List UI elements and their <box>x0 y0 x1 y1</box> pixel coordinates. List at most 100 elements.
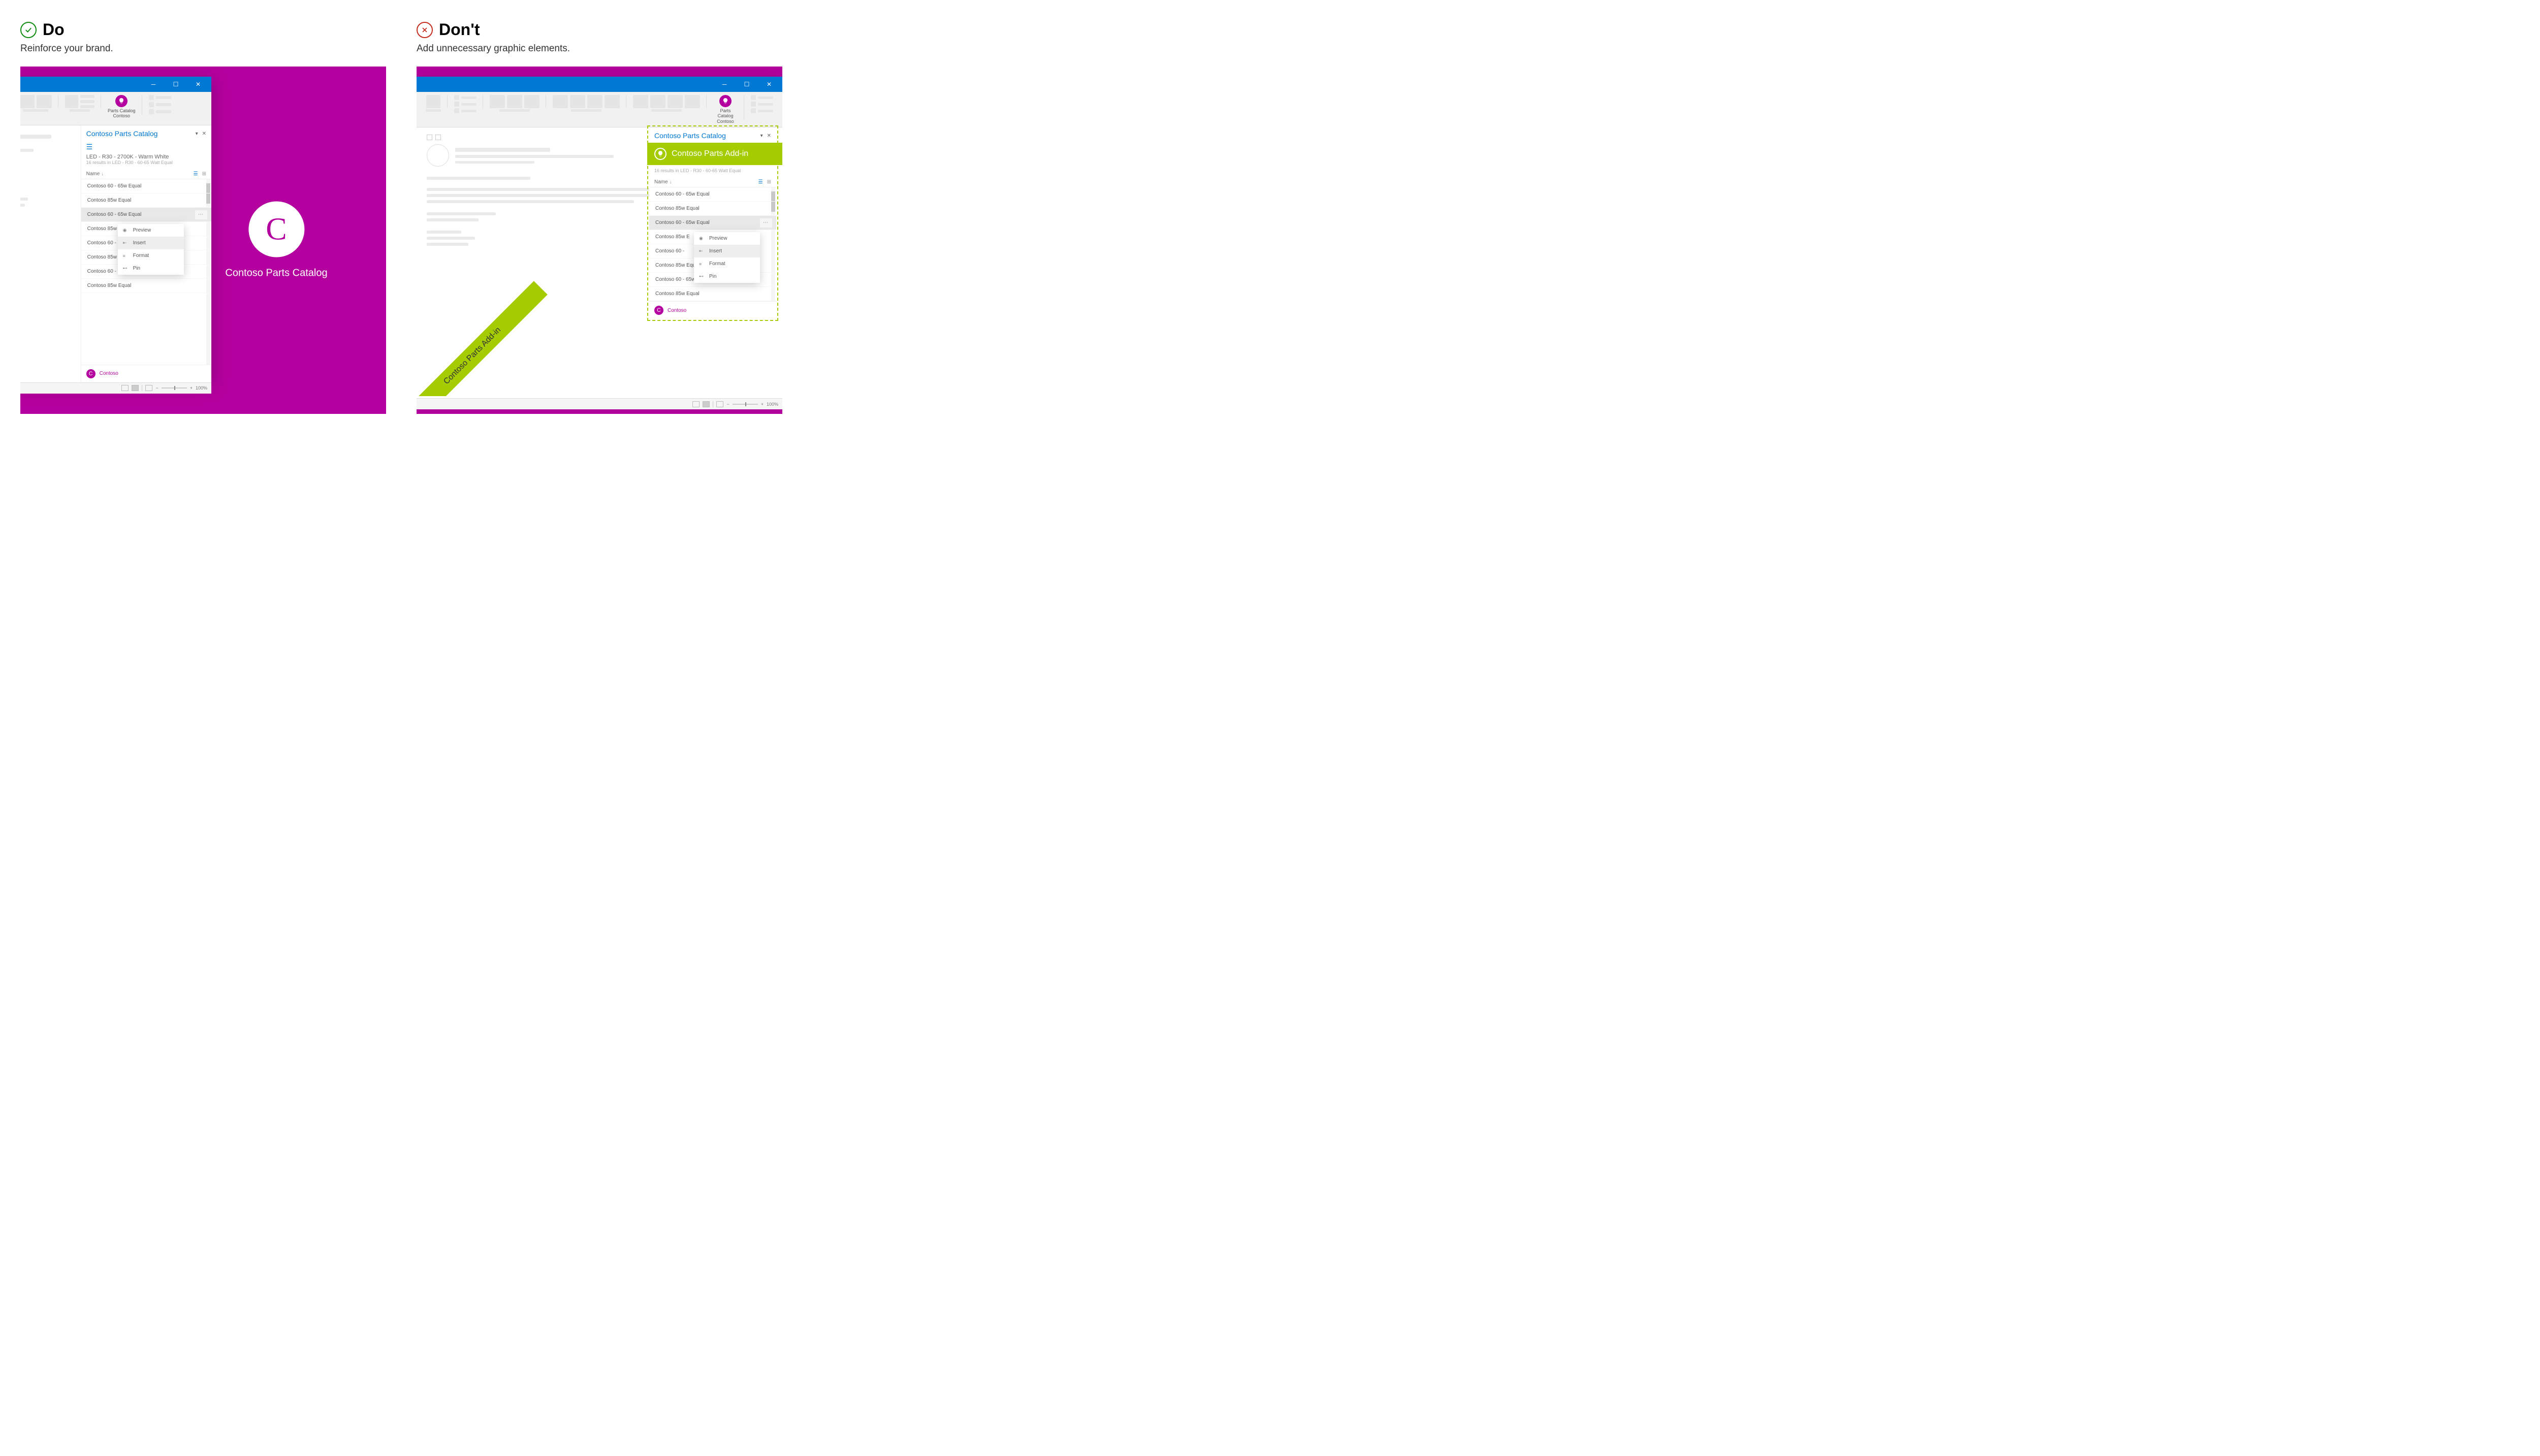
sort-icon[interactable]: ↓ <box>669 179 672 185</box>
ribbon: Parts CatalogContoso <box>20 92 211 125</box>
pane-dropdown-icon[interactable]: ▾ <box>760 133 763 139</box>
footer-logo-icon: C <box>86 369 96 378</box>
do-example: Do Reinforce your brand. C Contoso Parts… <box>20 20 386 414</box>
dont-stage: ─ ☐ ✕ Parts CatalogContoso <box>417 67 782 414</box>
close-button[interactable]: ✕ <box>758 77 780 92</box>
preview-icon: ◉ <box>123 228 129 233</box>
zoom-level: 100% <box>767 402 778 407</box>
brand-hero-label: Contoso Parts Catalog <box>225 268 327 279</box>
ctx-insert[interactable]: ⇤Insert <box>694 245 760 257</box>
dont-subtitle: Add unnecessary graphic elements. <box>417 43 782 54</box>
dont-example: Don't Add unnecessary graphic elements. … <box>417 20 782 414</box>
pane-footer: C Contoso <box>81 365 211 382</box>
maximize-button[interactable]: ☐ <box>736 77 758 92</box>
ctx-pin[interactable]: ⊷Pin <box>118 262 184 275</box>
document-area <box>20 125 81 382</box>
results-list: Contoso 60 - 65w Equal Contoso 85w Equal… <box>649 187 776 301</box>
format-icon: ≡ <box>699 262 705 267</box>
task-pane: Contoso Parts Catalog ▾ ✕ Contoso Parts … <box>649 127 776 319</box>
context-menu: ◉Preview ⇤Insert ≡Format ⊷Pin <box>694 232 760 283</box>
do-subtitle: Reinforce your brand. <box>20 43 386 54</box>
column-header-name[interactable]: Name <box>654 179 668 185</box>
close-button[interactable]: ✕ <box>187 77 209 92</box>
avatar-icon <box>427 144 449 167</box>
view-mode-icon[interactable] <box>145 385 152 391</box>
list-view-icon[interactable]: ☰ <box>194 171 198 177</box>
ctx-format[interactable]: ≡Format <box>118 249 184 262</box>
pane-dropdown-icon[interactable]: ▾ <box>196 131 198 137</box>
dont-title: Don't <box>439 20 480 39</box>
view-mode-icon[interactable] <box>121 385 129 391</box>
minimize-button[interactable]: ─ <box>142 77 165 92</box>
pin-icon: ⊷ <box>123 266 129 271</box>
statusbar: − + 100% <box>417 398 782 409</box>
grid-view-icon[interactable]: ⊞ <box>202 171 206 177</box>
search-result-count: 16 results in LED - R30 - 60-65 Watt Equ… <box>86 160 206 165</box>
zoom-in-button[interactable]: + <box>190 385 193 391</box>
insert-icon: ⇤ <box>123 240 129 246</box>
pane-title: Contoso Parts Catalog <box>654 132 726 140</box>
pane-close-icon[interactable]: ✕ <box>767 133 771 139</box>
list-item[interactable]: Contoso 60 - 65w Equal⋯ <box>81 208 211 222</box>
footer-brand: Contoso <box>100 371 118 376</box>
list-item[interactable]: Contoso 85w Equal <box>81 279 211 293</box>
view-mode-icon[interactable] <box>716 401 723 407</box>
brand-hero: C Contoso Parts Catalog <box>225 202 327 279</box>
list-item[interactable]: Contoso 60 - 65w Equal <box>649 187 776 202</box>
ribbon-group <box>145 95 175 114</box>
lightbulb-icon <box>719 95 732 107</box>
lightbulb-icon <box>115 95 128 107</box>
zoom-in-button[interactable]: + <box>761 402 764 407</box>
pane-close-icon[interactable]: ✕ <box>202 131 206 137</box>
search-result-label: LED - R30 - 2700K - Warm White <box>86 154 206 160</box>
hamburger-icon[interactable]: ☰ <box>86 143 93 151</box>
search-result-count: 16 results in LED - R30 - 60-65 Watt Equ… <box>654 168 771 173</box>
do-stage: C Contoso Parts Catalog ─ ☐ ✕ <box>20 67 386 414</box>
format-icon: ≡ <box>123 253 129 258</box>
ctx-format[interactable]: ≡Format <box>694 257 760 270</box>
more-icon[interactable]: ⋯ <box>760 218 772 228</box>
addin-ribbon-button[interactable]: Parts CatalogContoso <box>108 95 136 119</box>
checkbox-icon[interactable] <box>427 135 432 140</box>
zoom-out-button[interactable]: − <box>155 385 158 391</box>
list-item[interactable]: Contoso 85w Equal <box>649 202 776 216</box>
ribbon-group <box>20 95 56 112</box>
list-view-icon[interactable]: ☰ <box>758 179 763 185</box>
zoom-slider[interactable] <box>162 387 187 389</box>
zoom-out-button[interactable]: − <box>726 402 729 407</box>
addin-ribbon-button[interactable]: Parts CatalogContoso <box>713 95 738 124</box>
maximize-button[interactable]: ☐ <box>165 77 187 92</box>
ctx-preview[interactable]: ◉Preview <box>694 232 760 245</box>
window-titlebar: ─ ☐ ✕ <box>20 77 211 92</box>
app-window: ─ ☐ ✕ Parts CatalogContoso <box>417 77 782 396</box>
context-menu: ◉Preview ⇤Insert ≡Format ⊷Pin <box>118 224 184 275</box>
view-mode-icon[interactable] <box>703 401 710 407</box>
pane-footer: C Contoso <box>649 301 776 319</box>
sort-icon[interactable]: ↓ <box>101 171 104 177</box>
column-header-name[interactable]: Name <box>86 171 100 177</box>
do-title: Do <box>43 20 65 39</box>
insert-icon: ⇤ <box>699 248 705 254</box>
checkbox-icon[interactable] <box>435 135 441 140</box>
preview-icon: ◉ <box>699 236 705 241</box>
zoom-slider[interactable] <box>733 404 758 405</box>
list-item[interactable]: Contoso 85w Equal <box>649 287 776 301</box>
ctx-insert[interactable]: ⇤Insert <box>118 237 184 249</box>
view-mode-icon[interactable] <box>692 401 700 407</box>
grid-view-icon[interactable]: ⊞ <box>767 179 771 185</box>
check-icon <box>20 22 37 38</box>
footer-logo-icon: C <box>654 306 663 315</box>
view-mode-icon[interactable] <box>132 385 139 391</box>
pin-icon: ⊷ <box>699 274 705 279</box>
zoom-level: 100% <box>196 385 207 391</box>
list-item[interactable]: Contoso 85w Equal <box>81 193 211 208</box>
more-icon[interactable]: ⋯ <box>195 210 207 219</box>
ctx-pin[interactable]: ⊷Pin <box>694 270 760 283</box>
ctx-preview[interactable]: ◉Preview <box>118 224 184 237</box>
list-item[interactable]: Contoso 60 - 65w Equal⋯ <box>649 216 776 230</box>
list-item[interactable]: Contoso 60 - 65w Equal <box>81 179 211 193</box>
minimize-button[interactable]: ─ <box>713 77 736 92</box>
promo-banner: Contoso Parts Add-in <box>647 143 782 165</box>
results-list: Contoso 60 - 65w Equal Contoso 85w Equal… <box>81 179 211 365</box>
brand-logo-icon: C <box>248 202 304 257</box>
